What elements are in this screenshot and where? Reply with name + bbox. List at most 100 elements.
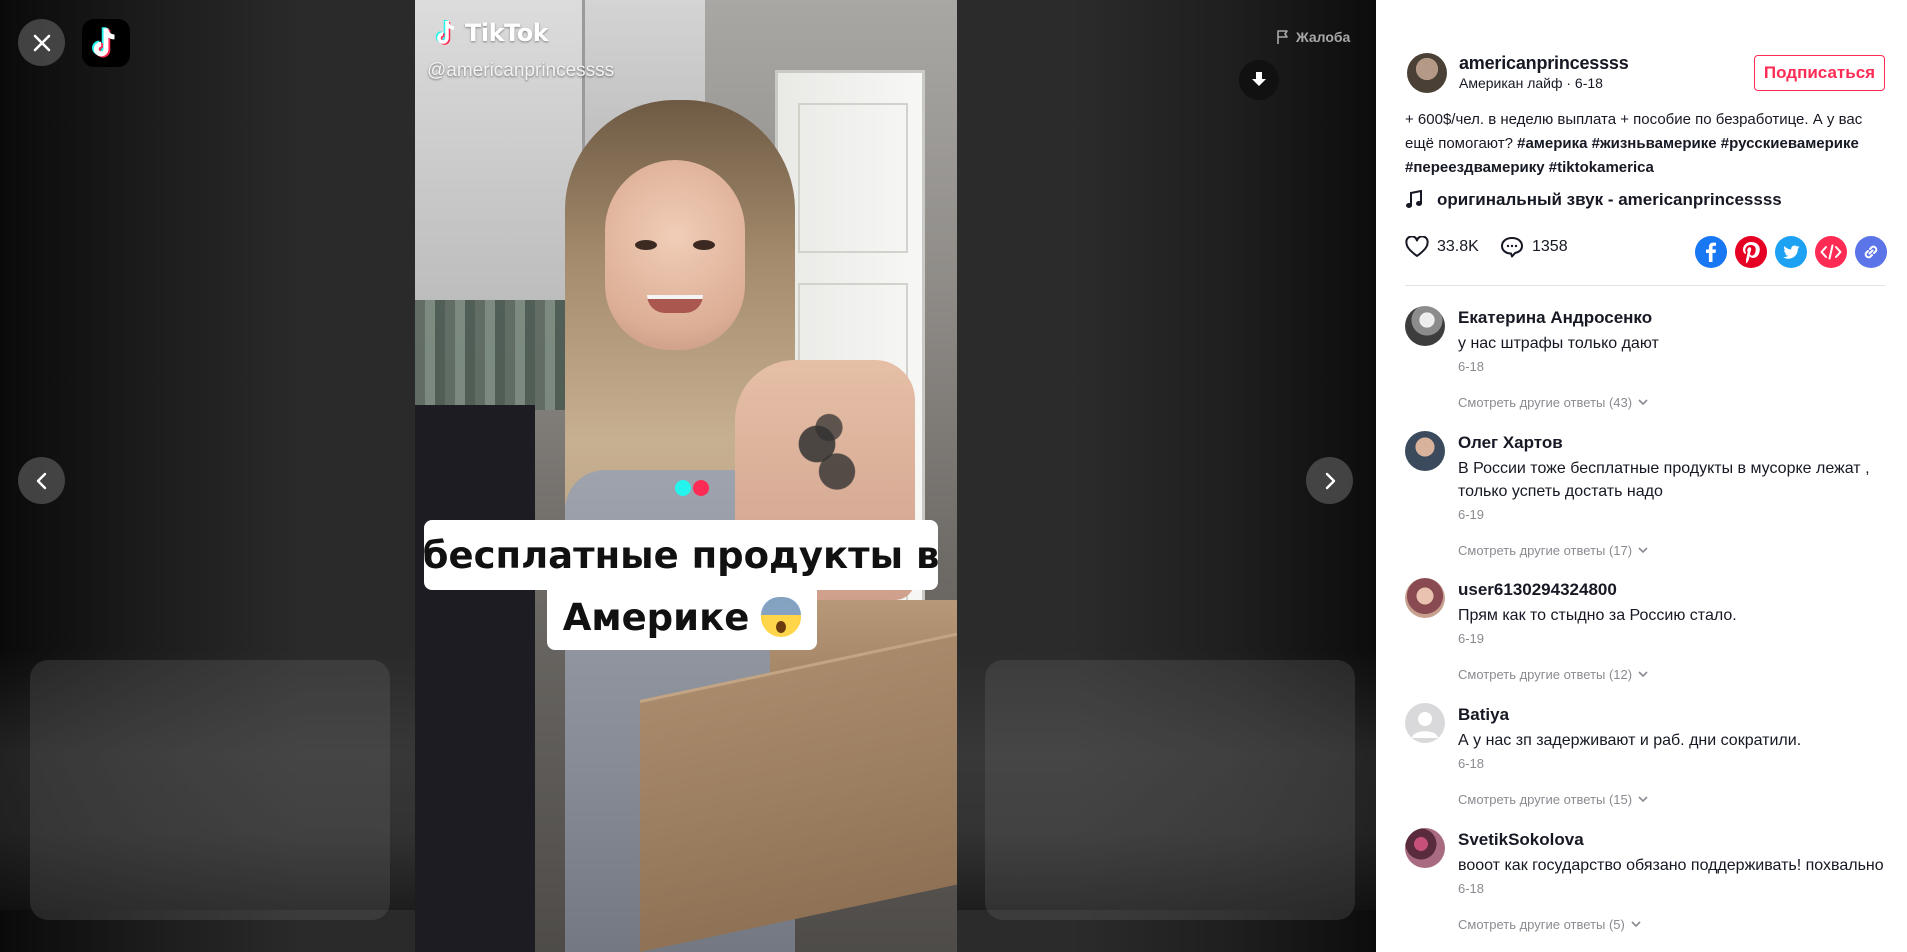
tiktok-note-icon bbox=[435, 20, 455, 45]
comment-item: Олег Хартов В России тоже бесплатные про… bbox=[1405, 427, 1895, 574]
video-scene-counter bbox=[415, 405, 535, 952]
download-button[interactable] bbox=[1239, 60, 1279, 100]
loader-dot bbox=[675, 480, 691, 496]
pinterest-icon bbox=[1735, 236, 1767, 268]
follow-button[interactable]: Подписаться bbox=[1754, 55, 1885, 91]
chevron-right-icon bbox=[1325, 472, 1335, 489]
commenter-avatar[interactable] bbox=[1405, 306, 1445, 346]
caption-line-2: Америке bbox=[562, 595, 750, 639]
fearful-face-emoji-icon bbox=[761, 597, 802, 637]
view-replies-button[interactable]: Смотреть другие ответы (17) bbox=[1458, 543, 1648, 558]
hashtag[interactable]: #русскиевамерике bbox=[1721, 135, 1859, 152]
commenter-name[interactable]: SvetikSokolova bbox=[1458, 830, 1584, 850]
author-row: americanprincessss Американ лайф · 6-18 … bbox=[1407, 53, 1887, 93]
loader-dot bbox=[693, 480, 709, 496]
like-button[interactable]: 33.8K bbox=[1405, 236, 1479, 258]
watermark-brand: TikTok bbox=[465, 19, 549, 47]
default-avatar-icon bbox=[1412, 712, 1438, 738]
copy-link-icon bbox=[1855, 236, 1887, 268]
comment-text: Прям как то стыдно за Россию стало. bbox=[1458, 607, 1737, 624]
hashtag[interactable]: #переездвамерику bbox=[1405, 159, 1545, 176]
divider bbox=[1405, 285, 1885, 286]
video-scene-backsplash bbox=[415, 300, 565, 410]
tiktok-watermark: TikTok bbox=[433, 18, 549, 48]
comment-item: Batiya А у нас зп задерживают и раб. дни… bbox=[1405, 699, 1895, 824]
view-replies-button[interactable]: Смотреть другие ответы (12) bbox=[1458, 667, 1648, 682]
caption-line-1: бесплатные продукты в bbox=[422, 533, 940, 577]
close-button[interactable] bbox=[18, 19, 65, 66]
comment-text: А у нас зп задерживают и раб. дни сократ… bbox=[1458, 732, 1802, 749]
view-replies-button[interactable]: Смотреть другие ответы (43) bbox=[1458, 395, 1648, 410]
watermark-handle: @americanprincessss bbox=[427, 60, 615, 81]
chevron-down-icon bbox=[1638, 399, 1648, 406]
share-facebook-button[interactable] bbox=[1695, 236, 1727, 268]
commenter-name[interactable]: Екатерина Андросенко bbox=[1458, 308, 1652, 328]
video-caption: бесплатные продукты в bbox=[422, 520, 940, 590]
commenter-avatar[interactable] bbox=[1405, 703, 1445, 743]
comment-text: В России тоже бесплатные продукты в мусо… bbox=[1458, 460, 1870, 500]
commenter-avatar[interactable] bbox=[1405, 828, 1445, 868]
hashtag[interactable]: #tiktokamerica bbox=[1549, 159, 1654, 176]
facebook-icon bbox=[1695, 236, 1727, 268]
commenter-name[interactable]: Batiya bbox=[1458, 705, 1509, 725]
like-count: 33.8K bbox=[1437, 238, 1479, 255]
chevron-down-icon bbox=[1631, 921, 1641, 928]
commenter-avatar[interactable] bbox=[1405, 431, 1445, 471]
comment-date: 6-18 bbox=[1458, 359, 1485, 374]
embed-button[interactable] bbox=[1815, 236, 1847, 268]
embed-icon bbox=[1815, 236, 1847, 268]
flag-icon bbox=[1277, 30, 1288, 44]
stats-row: 33.8K 1358 bbox=[1405, 236, 1895, 268]
background-blur-block bbox=[985, 660, 1355, 920]
author-avatar[interactable] bbox=[1407, 53, 1447, 93]
author-username[interactable]: americanprincessss bbox=[1459, 53, 1629, 74]
video-player[interactable]: TikTok @americanprincessss бесплатные пр… bbox=[415, 0, 957, 952]
comment-text: у нас штрафы только дают bbox=[1458, 335, 1659, 352]
comment-date: 6-18 bbox=[1458, 756, 1485, 771]
view-replies-button[interactable]: Смотреть другие ответы (5) bbox=[1458, 917, 1641, 932]
comment-icon bbox=[1501, 237, 1523, 258]
view-replies-label: Смотреть другие ответы (12) bbox=[1458, 667, 1633, 682]
music-note-icon bbox=[1406, 190, 1422, 208]
share-pinterest-button[interactable] bbox=[1735, 236, 1767, 268]
author-subtitle: Американ лайф · 6-18 bbox=[1459, 75, 1603, 91]
comment-count: 1358 bbox=[1532, 238, 1568, 255]
comment-button[interactable]: 1358 bbox=[1500, 236, 1568, 258]
commenter-name[interactable]: Олег Хартов bbox=[1458, 433, 1563, 453]
background-blur-block bbox=[30, 660, 390, 920]
download-icon bbox=[1252, 72, 1266, 86]
close-icon bbox=[33, 34, 50, 51]
view-replies-label: Смотреть другие ответы (43) bbox=[1458, 395, 1633, 410]
view-replies-label: Смотреть другие ответы (15) bbox=[1458, 792, 1633, 807]
details-panel: americanprincessss Американ лайф · 6-18 … bbox=[1376, 0, 1907, 952]
commenter-name[interactable]: user6130294324800 bbox=[1458, 580, 1617, 600]
video-stage: TikTok @americanprincessss бесплатные пр… bbox=[0, 0, 1376, 952]
video-description: + 600$/чел. в неделю выплата + пособие п… bbox=[1405, 108, 1885, 180]
previous-video-button[interactable] bbox=[18, 457, 65, 504]
sound-link[interactable]: оригинальный звук - americanprincessss bbox=[1405, 190, 1782, 210]
tiktok-logo-icon bbox=[92, 27, 115, 58]
video-caption: Америке bbox=[547, 584, 817, 650]
chevron-down-icon bbox=[1638, 671, 1648, 678]
sound-label: оригинальный звук - americanprincessss bbox=[1437, 190, 1782, 209]
report-button[interactable]: Жалоба bbox=[1276, 29, 1350, 45]
comment-date: 6-19 bbox=[1458, 507, 1485, 522]
hashtag[interactable]: #америка bbox=[1517, 135, 1587, 152]
twitter-icon bbox=[1775, 236, 1807, 268]
heart-icon bbox=[1405, 236, 1429, 257]
chevron-down-icon bbox=[1638, 796, 1648, 803]
comment-text: вооот как государство обязано поддержива… bbox=[1458, 857, 1884, 874]
next-video-button[interactable] bbox=[1306, 457, 1353, 504]
tiktok-logo[interactable] bbox=[82, 19, 130, 67]
view-replies-label: Смотреть другие ответы (17) bbox=[1458, 543, 1633, 558]
share-twitter-button[interactable] bbox=[1775, 236, 1807, 268]
commenter-avatar[interactable] bbox=[1405, 578, 1445, 618]
video-scene-face bbox=[605, 160, 745, 350]
copy-link-button[interactable] bbox=[1855, 236, 1887, 268]
comment-item: user6130294324800 Прям как то стыдно за … bbox=[1405, 574, 1895, 699]
comment-item: Екатерина Андросенко у нас штрафы только… bbox=[1405, 302, 1895, 427]
report-label: Жалоба bbox=[1296, 29, 1351, 45]
hashtag[interactable]: #жизньвамерике bbox=[1592, 135, 1717, 152]
view-replies-label: Смотреть другие ответы (5) bbox=[1458, 917, 1625, 932]
view-replies-button[interactable]: Смотреть другие ответы (15) bbox=[1458, 792, 1648, 807]
